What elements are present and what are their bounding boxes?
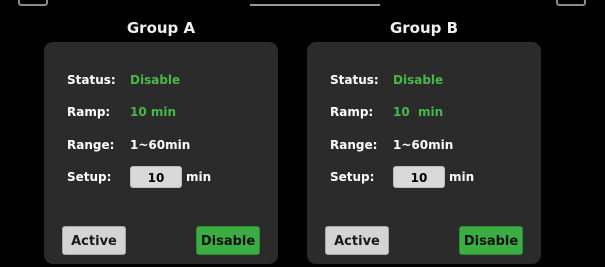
back-button[interactable] bbox=[18, 0, 48, 6]
group-b-title: Group B bbox=[389, 19, 459, 37]
group-a-title: Group A bbox=[126, 19, 196, 37]
header-title-fragment bbox=[250, 0, 380, 6]
top-bar bbox=[0, 0, 605, 10]
status-label: Status: bbox=[67, 73, 116, 87]
setup-unit: min bbox=[186, 170, 212, 184]
setup-label: Setup: bbox=[67, 170, 112, 184]
status-label: Status: bbox=[330, 73, 379, 87]
active-button[interactable]: Active bbox=[325, 226, 389, 255]
ramp-value: 10 min bbox=[393, 105, 444, 119]
menu-button[interactable] bbox=[556, 0, 586, 6]
setup-unit: min bbox=[449, 170, 475, 184]
disable-button[interactable]: Disable bbox=[459, 226, 523, 255]
ramp-label: Ramp: bbox=[330, 105, 374, 119]
ramp-value: 10 min bbox=[130, 105, 177, 119]
setup-input[interactable]: 10 bbox=[130, 166, 182, 188]
range-label: Range: bbox=[330, 138, 378, 152]
group-a-panel: Status: Disable Ramp: 10 min Range: 1~60… bbox=[44, 42, 278, 264]
range-label: Range: bbox=[67, 138, 115, 152]
status-value: Disable bbox=[393, 73, 444, 87]
group-b-panel: Status: Disable Ramp: 10 min Range: 1~60… bbox=[307, 42, 541, 264]
disable-button[interactable]: Disable bbox=[196, 226, 260, 255]
range-value: 1~60min bbox=[130, 138, 191, 152]
setup-input[interactable]: 10 bbox=[393, 166, 445, 188]
range-value: 1~60min bbox=[393, 138, 454, 152]
setup-label: Setup: bbox=[330, 170, 375, 184]
status-value: Disable bbox=[130, 73, 181, 87]
ramp-label: Ramp: bbox=[67, 105, 111, 119]
active-button[interactable]: Active bbox=[62, 226, 126, 255]
